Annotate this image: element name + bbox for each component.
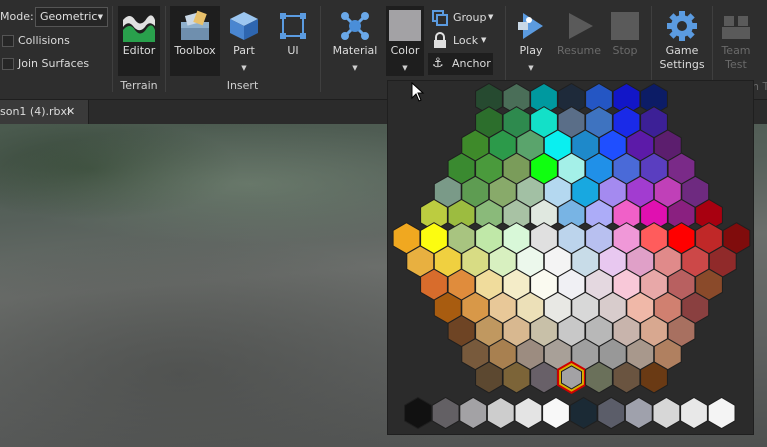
- lock-label: Lock: [453, 34, 479, 47]
- mouse-cursor-icon: [411, 82, 425, 102]
- gray-color-swatch[interactable]: [459, 396, 488, 430]
- lock-icon: [434, 32, 446, 48]
- resume-icon: [569, 13, 593, 39]
- anchor-label: Anchor: [452, 57, 491, 70]
- team-test-label: Team Test: [721, 44, 751, 71]
- group-icon: [432, 10, 448, 26]
- mode-value: Geometric: [40, 10, 98, 23]
- terrain-group-label: Terrain: [120, 79, 158, 92]
- gray-color-swatch[interactable]: [680, 396, 708, 430]
- part-label: Part: [233, 44, 255, 57]
- collisions-label: Collisions: [18, 34, 70, 47]
- ui-icon: [280, 13, 306, 39]
- chevron-down-icon: ▼: [488, 13, 494, 21]
- part-cube-icon: [230, 12, 258, 40]
- gray-color-swatch[interactable]: [597, 396, 626, 430]
- part-button[interactable]: Part ▼: [225, 6, 263, 76]
- gray-color-swatch[interactable]: [569, 396, 598, 430]
- color-palette-popup: [387, 80, 754, 435]
- game-settings-label: Game Settings: [659, 44, 705, 71]
- close-icon[interactable]: ✕: [66, 105, 75, 118]
- gray-color-swatch[interactable]: [707, 396, 736, 430]
- color-button[interactable]: Color ▼: [386, 6, 424, 76]
- gray-color-swatch[interactable]: [514, 396, 543, 430]
- tab-filename: son1 (4).rbxl: [0, 105, 71, 118]
- document-tab[interactable]: son1 (4).rbxl ✕: [0, 100, 89, 124]
- resume-label: Resume: [556, 44, 602, 57]
- toolbox-icon: [181, 10, 209, 40]
- gray-color-swatch[interactable]: [652, 396, 681, 430]
- join-surfaces-label: Join Surfaces: [18, 57, 90, 70]
- play-dropdown-icon: ▼: [528, 64, 534, 72]
- play-icon: [518, 13, 543, 39]
- gray-color-swatch[interactable]: [624, 396, 653, 430]
- gray-color-swatch[interactable]: [404, 396, 432, 430]
- color-label: Color: [390, 44, 420, 57]
- gray-color-swatch[interactable]: [542, 396, 570, 430]
- gray-color-swatch[interactable]: [486, 396, 515, 430]
- stop-button[interactable]: Stop: [606, 6, 644, 76]
- join-surfaces-checkbox[interactable]: [2, 58, 14, 70]
- resume-button[interactable]: Resume: [556, 6, 602, 76]
- material-dropdown-icon: ▼: [352, 64, 358, 72]
- anchor-icon: ⚓: [432, 56, 444, 71]
- terrain-editor-button[interactable]: Editor: [118, 6, 160, 76]
- lock-button[interactable]: Lock ▼: [430, 31, 500, 51]
- editor-label: Editor: [122, 44, 156, 57]
- color-swatch: [389, 10, 421, 41]
- anchor-button[interactable]: ⚓ Anchor: [428, 53, 493, 75]
- material-button[interactable]: Material ▼: [330, 6, 380, 76]
- play-button[interactable]: Play ▼: [510, 6, 552, 76]
- gear-icon: [667, 11, 697, 41]
- stop-icon: [611, 12, 639, 40]
- gray-color-swatch[interactable]: [431, 396, 460, 430]
- part-dropdown-icon: ▼: [241, 64, 247, 72]
- stop-label: Stop: [612, 44, 638, 57]
- chevron-down-icon: ▼: [481, 36, 487, 44]
- toolbox-label: Toolbox: [174, 44, 216, 57]
- material-icon: [341, 12, 369, 40]
- chevron-down-icon: ▼: [97, 13, 103, 21]
- color-hex-grid: [392, 82, 751, 430]
- team-test-icon: [722, 16, 750, 39]
- group-label: Group: [453, 11, 487, 24]
- play-label: Play: [519, 44, 543, 57]
- toolbox-button[interactable]: Toolbox: [170, 6, 220, 76]
- collisions-checkbox[interactable]: [2, 35, 14, 47]
- insert-group-label: Insert: [226, 79, 259, 92]
- color-dropdown-icon: ▼: [402, 64, 408, 72]
- group-button[interactable]: Group ▼: [430, 8, 500, 28]
- team-test-button[interactable]: Team Test: [716, 6, 756, 76]
- material-label: Material: [332, 44, 378, 57]
- game-settings-button[interactable]: Game Settings: [656, 6, 708, 76]
- ui-label: UI: [287, 44, 299, 57]
- mode-label: Mode:: [0, 10, 34, 23]
- terrain-icon: [123, 15, 155, 42]
- mode-dropdown[interactable]: Geometric ▼: [35, 7, 108, 27]
- ui-button[interactable]: UI: [274, 6, 312, 76]
